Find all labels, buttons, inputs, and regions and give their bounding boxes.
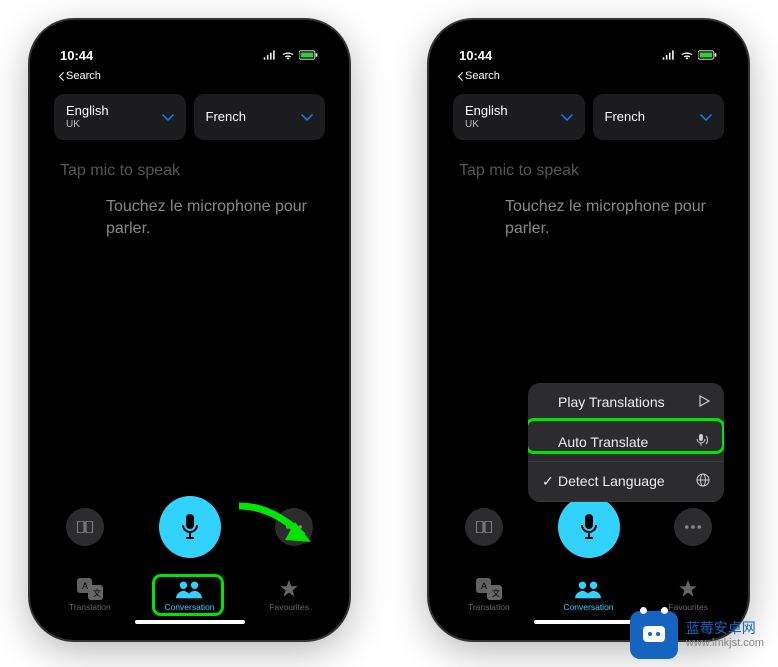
svg-text:A: A (82, 581, 88, 591)
source-lang-sub: UK (66, 119, 109, 131)
target-prompt: Touchez le microphone pour parler. (505, 196, 718, 239)
language-row: English UK French (439, 86, 738, 148)
notch (115, 30, 265, 54)
back-link[interactable]: Search (40, 70, 339, 86)
source-lang-name: English (465, 104, 508, 119)
target-prompt: Touchez le microphone pour parler. (106, 196, 319, 239)
tab-conversation[interactable]: Conversation (553, 578, 623, 612)
language-row: English UK French (40, 86, 339, 148)
more-menu: Play Translations Auto Translate ✓Detect… (528, 383, 724, 502)
back-link[interactable]: Search (439, 70, 738, 86)
star-icon (675, 578, 701, 600)
more-button[interactable] (275, 508, 313, 546)
source-lang-picker[interactable]: English UK (54, 94, 186, 140)
menu-auto-translate[interactable]: Auto Translate (528, 422, 724, 462)
tab-label: Favourites (269, 602, 309, 612)
source-lang-name: English (66, 104, 109, 119)
target-lang-picker[interactable]: French (593, 94, 725, 140)
star-icon (276, 578, 302, 600)
status-time: 10:44 (459, 48, 492, 63)
translation-icon: A文 (77, 578, 103, 600)
controls-row (40, 496, 339, 570)
side-view-button[interactable] (66, 508, 104, 546)
content-area: Tap mic to speak Touchez le microphone p… (40, 148, 339, 496)
tab-conversation[interactable]: Conversation (154, 578, 224, 612)
mic-wave-icon (696, 433, 710, 450)
mic-button[interactable] (159, 496, 221, 558)
source-lang-picker[interactable]: English UK (453, 94, 585, 140)
source-prompt: Tap mic to speak (60, 162, 319, 180)
phone-mockup-right: 10:44 Search English UK (429, 20, 748, 640)
svg-text:文: 文 (93, 588, 101, 598)
status-time: 10:44 (60, 48, 93, 63)
menu-label: Auto Translate (558, 434, 648, 450)
target-lang-name: French (605, 110, 645, 125)
watermark-title: 蓝莓安卓网 (686, 620, 764, 637)
side-view-button[interactable] (465, 508, 503, 546)
back-label: Search (465, 70, 500, 82)
chevron-down-icon (301, 108, 313, 126)
globe-icon (696, 473, 710, 490)
target-lang-name: French (206, 110, 246, 125)
chevron-down-icon (162, 108, 174, 126)
screen: 10:44 Search English UK (40, 30, 339, 630)
status-icons (662, 50, 718, 60)
controls-row (439, 496, 738, 570)
source-prompt: Tap mic to speak (459, 162, 718, 180)
target-lang-picker[interactable]: French (194, 94, 326, 140)
home-indicator[interactable] (534, 620, 644, 624)
tab-label: Translation (69, 602, 111, 612)
svg-text:文: 文 (492, 588, 500, 598)
home-indicator[interactable] (135, 620, 245, 624)
translation-icon: A文 (476, 578, 502, 600)
chevron-down-icon (700, 108, 712, 126)
screen: 10:44 Search English UK (439, 30, 738, 630)
more-button[interactable] (674, 508, 712, 546)
menu-detect-language[interactable]: ✓Detect Language (528, 462, 724, 502)
svg-text:A: A (481, 581, 487, 591)
tab-label: Translation (468, 602, 510, 612)
tab-label: Conversation (563, 602, 613, 612)
back-label: Search (66, 70, 101, 82)
tab-favourites[interactable]: Favourites (254, 578, 324, 612)
mic-button[interactable] (558, 496, 620, 558)
watermark-badge (630, 611, 678, 659)
watermark: 蓝莓安卓网 www.lmkjst.com (630, 611, 764, 659)
tab-translation[interactable]: A文 Translation (454, 578, 524, 612)
conversation-icon (176, 578, 202, 600)
chevron-down-icon (561, 108, 573, 126)
menu-label: Play Translations (558, 394, 665, 410)
tab-translation[interactable]: A文 Translation (55, 578, 125, 612)
watermark-url: www.lmkjst.com (686, 637, 764, 650)
phone-mockup-left: 10:44 Search English UK (30, 20, 349, 640)
tab-label: Conversation (164, 602, 214, 612)
notch (514, 30, 664, 54)
menu-play-translations[interactable]: Play Translations (528, 383, 724, 422)
status-icons (263, 50, 319, 60)
menu-label: Detect Language (558, 473, 665, 489)
check-icon: ✓ (542, 473, 558, 490)
conversation-icon (575, 578, 601, 600)
source-lang-sub: UK (465, 119, 508, 131)
play-icon (698, 394, 710, 410)
